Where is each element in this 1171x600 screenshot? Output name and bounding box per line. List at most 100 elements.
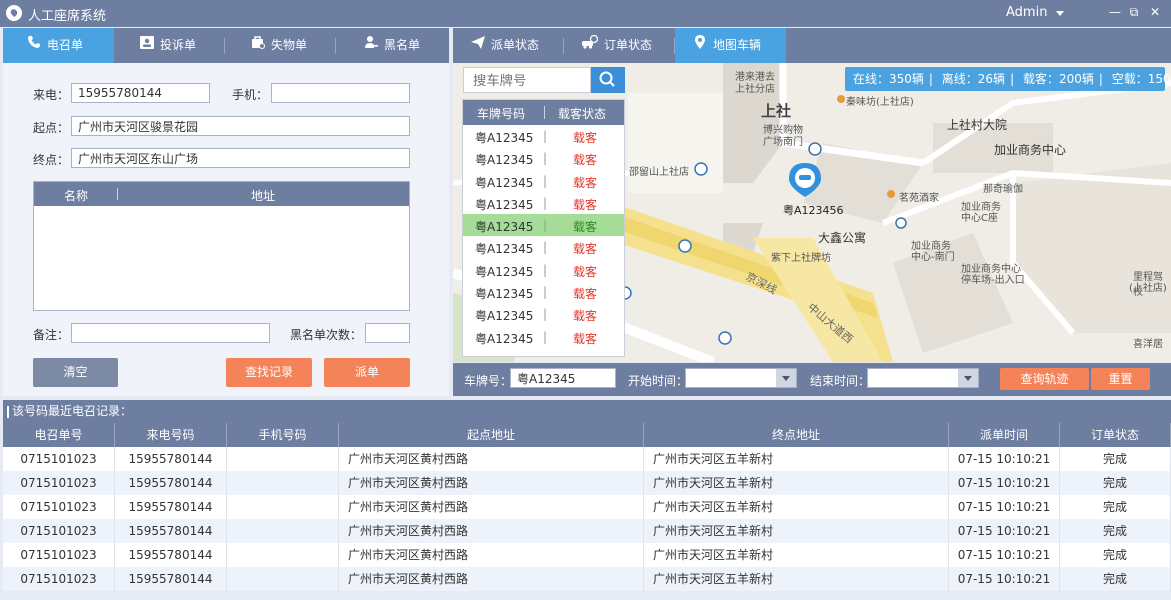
tab-dispatch-status[interactable]: 派单状态 — [453, 28, 564, 63]
start-field[interactable] — [71, 116, 410, 136]
reset-button[interactable]: 重置 — [1091, 368, 1150, 390]
maximize-button[interactable]: ⧉ — [1127, 5, 1141, 19]
table-cell: 广州市天河区黄村西路 — [339, 543, 644, 567]
car-status: 载客 — [573, 264, 598, 279]
table-row[interactable]: 0715101023 15955780144 广州市天河区黄村西路 广州市天河区五羊新… — [3, 519, 1171, 543]
tab-map-vehicles[interactable]: 地图车辆 — [675, 28, 786, 63]
column-header: 电召单号 — [3, 423, 115, 447]
table-cell: 07-15 10:10:21 — [949, 471, 1060, 495]
tab-complaint[interactable]: 投诉单 — [114, 28, 225, 63]
car-list-row[interactable]: 粤A12345 | 载客 — [463, 259, 624, 281]
address-table-header: 名称 地址 — [34, 182, 409, 206]
user-menu[interactable]: Admin — [1006, 5, 1047, 20]
stat-offline: 离线：26辆 — [941, 72, 1006, 86]
note-field[interactable] — [71, 323, 270, 343]
separator: | — [543, 173, 548, 188]
tab-order-status[interactable]: 订单状态 — [564, 28, 675, 63]
plate-search-input[interactable] — [463, 67, 591, 93]
map-label: 中心-南门 — [911, 252, 955, 263]
find-record-button[interactable]: 查找记录 — [226, 358, 312, 387]
table-row[interactable]: 0715101023 15955780144 广州市天河区黄村西路 广州市天河区五羊新… — [3, 567, 1171, 591]
car-status: 载客 — [573, 131, 598, 145]
right-tab-bar: 派单状态 订单状态 地图车辆 — [453, 28, 1171, 63]
car-marker-label[interactable]: 粤A123456 — [783, 202, 844, 218]
blacklist-count-field[interactable] — [365, 323, 410, 343]
map-label: 邵留山上社店 — [629, 167, 689, 178]
car-list-row[interactable]: 粤A12345 | 载客 — [463, 281, 624, 303]
title-bar: 人工座席系统 Admin — ⧉ ✕ — [0, 0, 1171, 27]
end-field[interactable] — [71, 148, 410, 168]
car-plate: 粤A12345 — [475, 131, 534, 145]
car-status: 载客 — [573, 153, 598, 168]
table-row[interactable]: 0715101023 15955780144 广州市天河区黄村西路 广州市天河区五羊新… — [3, 495, 1171, 519]
column-header: 订单状态 — [1060, 423, 1171, 447]
separator: | — [543, 195, 548, 210]
table-cell: 0715101023 — [3, 471, 115, 495]
car-list-row[interactable]: 粤A12345 | 载客 — [463, 125, 624, 147]
plate-field[interactable] — [510, 368, 616, 388]
table-cell: 0715101023 — [3, 567, 115, 591]
chevron-down-icon[interactable] — [958, 369, 978, 387]
start-time-select[interactable] — [685, 368, 797, 388]
chevron-down-icon[interactable] — [776, 369, 796, 387]
column-address: 地址 — [251, 189, 276, 203]
map-label: 秦味坊(上社店) — [846, 97, 914, 108]
separator: | — [543, 129, 548, 143]
search-button[interactable] — [591, 67, 625, 93]
car-plate: 粤A12345 — [475, 309, 534, 324]
dispatch-button[interactable]: 派单 — [324, 358, 410, 387]
blacklist-count-label: 黑名单次数： — [290, 328, 363, 342]
caller-field[interactable] — [71, 83, 210, 103]
car-list: 车牌号码 载客状态 粤A12345 | 载客 粤A12345 | 载客 粤A12345 | 载客… — [462, 99, 625, 357]
stat-online: 在线：350辆 — [853, 72, 924, 86]
table-cell: 广州市天河区五羊新村 — [644, 519, 949, 543]
table-cell: 完成 — [1060, 519, 1171, 543]
car-list-row[interactable]: 粤A12345 | 载客 — [463, 303, 624, 325]
car-list-row[interactable]: 粤A12345 | 载客 — [463, 236, 624, 258]
chevron-down-icon[interactable] — [1056, 11, 1064, 16]
left-tab-bar: 电召单 投诉单 失物单 黑名单 — [3, 28, 449, 63]
car-list-row[interactable]: 粤A12345 | 载客 — [463, 192, 624, 214]
car-list-row[interactable]: 粤A12345 | 载客 — [463, 326, 624, 348]
separator: | — [543, 262, 548, 277]
car-plate: 粤A12345 — [475, 331, 534, 346]
car-list-header: 车牌号码 载客状态 — [463, 100, 624, 125]
table-row[interactable]: 0715101023 15955780144 广州市天河区黄村西路 广州市天河区五羊新… — [3, 543, 1171, 567]
table-row[interactable]: 0715101023 15955780144 广州市天河区黄村西路 广州市天河区五羊新… — [3, 447, 1171, 471]
table-row[interactable]: 0715101023 15955780144 广州市天河区黄村西路 广州市天河区五羊新… — [3, 471, 1171, 495]
table-cell — [227, 495, 339, 519]
track-query-bar: 车牌号： 开始时间： 结束时间： 查询轨迹 重置 — [453, 363, 1171, 396]
car-list-row[interactable]: 粤A12345 | 载客 — [463, 147, 624, 169]
column-header: 起点地址 — [339, 423, 644, 447]
bag-icon — [251, 28, 265, 63]
caller-label: 来电： — [33, 88, 70, 102]
table-cell — [227, 567, 339, 591]
table-cell: 广州市天河区黄村西路 — [339, 495, 644, 519]
table-cell: 广州市天河区五羊新村 — [644, 567, 949, 591]
query-track-button[interactable]: 查询轨迹 — [1000, 368, 1089, 390]
records-header-row: 电召单号 来电号码 手机号码 起点地址 终点地址 派单时间 订单状态 — [3, 423, 1171, 447]
car-plate: 粤A12345 — [475, 175, 534, 190]
clear-button[interactable]: 清空 — [33, 358, 118, 387]
tab-call-order[interactable]: 电召单 — [3, 28, 114, 63]
table-cell — [227, 471, 339, 495]
car-status: 载客 — [573, 287, 598, 302]
close-button[interactable]: ✕ — [1148, 5, 1162, 19]
column-header: 派单时间 — [949, 423, 1060, 447]
end-time-select[interactable] — [867, 368, 979, 388]
table-cell: 07-15 10:10:21 — [949, 543, 1060, 567]
table-cell: 完成 — [1060, 471, 1171, 495]
car-list-row[interactable]: 粤A12345 | 载客 — [463, 170, 624, 192]
table-cell: 15955780144 — [115, 519, 227, 543]
table-cell — [227, 447, 339, 471]
car-status: 载客 — [573, 331, 598, 346]
tab-blacklist[interactable]: 黑名单 — [336, 28, 449, 63]
table-cell: 广州市天河区五羊新村 — [644, 471, 949, 495]
search-icon — [599, 71, 615, 87]
minimize-button[interactable]: — — [1108, 5, 1122, 19]
tab-lost-item[interactable]: 失物单 — [225, 28, 336, 63]
map-label: 中心C座 — [961, 213, 998, 224]
table-cell: 0715101023 — [3, 495, 115, 519]
mobile-field[interactable] — [271, 83, 410, 103]
car-list-row[interactable]: 粤A12345 | 载客 — [463, 214, 624, 237]
